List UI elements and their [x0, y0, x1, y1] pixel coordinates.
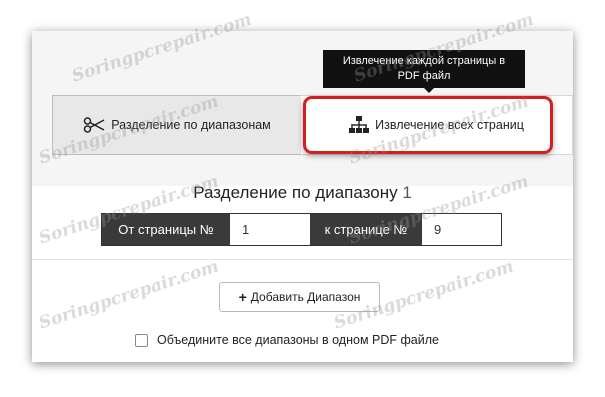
range-number: 1	[402, 183, 412, 202]
range-inputs: От страницы № 1 к странице № 9	[101, 213, 502, 246]
tab-extract-label: Извлечение всех страниц	[375, 118, 524, 132]
scissors-icon	[83, 117, 105, 133]
to-page-input[interactable]: 9	[422, 214, 501, 245]
merge-option[interactable]: Объедините все диапазоны в одном PDF фай…	[135, 331, 439, 349]
tooltip-arrow	[424, 88, 434, 93]
tab-split-label: Разделение по диапазонам	[111, 118, 271, 132]
divider	[32, 259, 573, 260]
split-pdf-panel: Разделение по диапазонам Извлечение всех…	[32, 31, 573, 362]
from-page-input[interactable]: 1	[230, 214, 310, 245]
add-range-button[interactable]: + Добавить Диапазон	[219, 282, 380, 312]
sitemap-icon	[349, 116, 370, 134]
add-range-label: Добавить Диапазон	[250, 290, 361, 304]
from-page-label: От страницы №	[102, 214, 230, 245]
to-page-label: к странице №	[310, 214, 422, 245]
merge-label: Объедините все диапазоны в одном PDF фай…	[157, 333, 439, 347]
mode-tabs: Разделение по диапазонам Извлечение всех…	[52, 95, 573, 155]
tab-split-by-range[interactable]: Разделение по диапазонам	[52, 95, 301, 155]
plus-icon: +	[238, 289, 247, 305]
range-title-text: Разделение по диапазону	[193, 183, 398, 202]
tooltip-line-1: Извлечение каждой страницы в	[342, 55, 506, 67]
tooltip: Извлечение каждой страницы в PDF файл	[323, 50, 525, 88]
merge-checkbox[interactable]	[135, 333, 148, 347]
tab-extract-all-pages[interactable]: Извлечение всех страниц	[301, 95, 573, 155]
range-title: Разделение по диапазону 1	[32, 183, 573, 203]
tooltip-line-2: PDF файл	[397, 70, 451, 82]
